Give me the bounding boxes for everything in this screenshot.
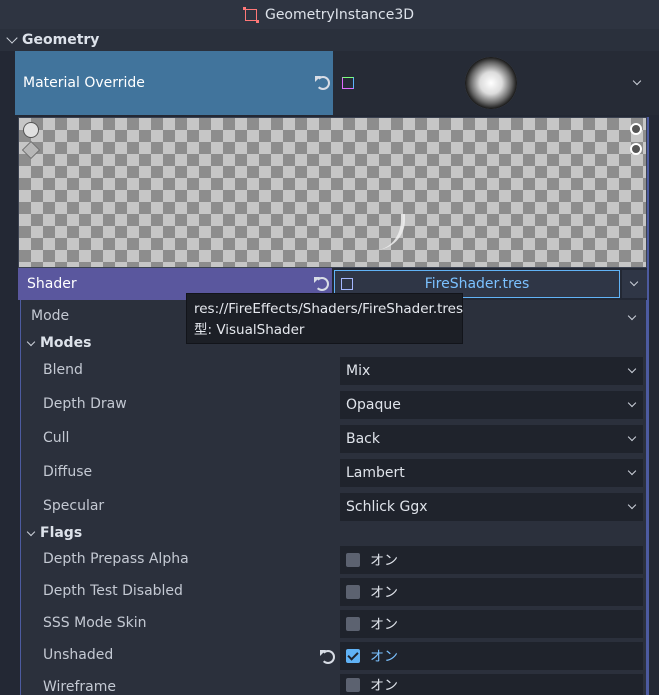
section-geometry-header[interactable]: Geometry	[0, 29, 659, 51]
depth-prepass-alpha-checkbox[interactable]: オン	[340, 546, 643, 574]
cull-dropdown[interactable]: Back	[340, 425, 643, 453]
diffuse-dropdown[interactable]: Lambert	[340, 459, 643, 487]
material-override-value[interactable]	[333, 51, 659, 115]
specular-label: Specular	[43, 498, 105, 514]
checkbox-text: オン	[370, 553, 398, 569]
sss-mode-skin-label: SSS Mode Skin	[43, 615, 147, 631]
cull-label: Cull	[43, 430, 70, 446]
preview-mesh	[371, 214, 405, 250]
shader-file-icon	[341, 278, 353, 290]
depth-draw-label: Depth Draw	[43, 396, 127, 412]
shader-properties-panel: Mode Modes Blend Mix Depth Draw Opaque C…	[20, 300, 647, 695]
depth-test-disabled-checkbox[interactable]: オン	[340, 578, 643, 606]
flags-title: Flags	[40, 525, 83, 541]
material-override-row: Material Override	[15, 51, 659, 115]
chevron-down-icon	[627, 466, 637, 476]
chevron-down-icon	[629, 277, 639, 287]
section-title: Geometry	[22, 32, 100, 48]
box-preview-icon[interactable]	[21, 140, 41, 160]
checkbox-icon	[346, 585, 360, 599]
sss-mode-skin-checkbox[interactable]: オン	[340, 610, 643, 638]
node-name: GeometryInstance3D	[264, 6, 415, 23]
shader-label: Shader	[27, 276, 77, 292]
revert-icon[interactable]	[315, 76, 330, 90]
diffuse-label: Diffuse	[43, 464, 93, 480]
light1-toggle-icon[interactable]	[630, 123, 642, 135]
specular-dropdown[interactable]: Schlick Ggx	[340, 493, 643, 521]
checkbox-checked-icon	[346, 649, 360, 663]
inspector-scrollbar[interactable]	[647, 117, 649, 695]
material-override-label: Material Override	[23, 75, 145, 91]
depth-draw-dropdown[interactable]: Opaque	[340, 391, 643, 419]
depth-draw-value: Opaque	[346, 397, 401, 413]
tooltip-type: 型: VisualShader	[194, 322, 305, 338]
sphere-preview-icon[interactable]	[23, 122, 39, 138]
material-override-label-cell: Material Override	[15, 51, 333, 115]
unshaded-checkbox[interactable]: オン	[340, 642, 643, 670]
tooltip-path: res://FireEffects/Shaders/FireShader.tre…	[194, 301, 464, 317]
inspector-title-bar: GeometryInstance3D	[0, 0, 659, 29]
checkbox-icon	[346, 617, 360, 631]
checkbox-icon	[346, 553, 360, 567]
chevron-down-icon	[627, 364, 637, 374]
checkbox-icon	[346, 677, 360, 692]
mode-label: Mode	[31, 308, 70, 324]
blend-dropdown[interactable]: Mix	[340, 357, 643, 385]
node3d-icon	[242, 6, 259, 23]
checkbox-text: オン	[370, 617, 398, 633]
unshaded-label: Unshaded	[43, 647, 114, 663]
modes-title: Modes	[40, 335, 92, 351]
revert-icon[interactable]	[320, 650, 335, 664]
modes-header[interactable]: Modes	[26, 335, 92, 351]
shader-dropdown-button[interactable]	[622, 270, 647, 298]
shader-path-tooltip: res://FireEffects/Shaders/FireShader.tre…	[186, 293, 463, 344]
chevron-down-icon	[627, 432, 637, 442]
wireframe-label: Wireframe	[43, 679, 117, 695]
diffuse-value: Lambert	[346, 465, 405, 481]
chevron-down-icon	[627, 500, 637, 510]
specular-value: Schlick Ggx	[346, 499, 428, 515]
blend-value: Mix	[346, 363, 371, 379]
material-preview	[18, 117, 647, 268]
chevron-down-icon	[26, 527, 36, 536]
resource-icon	[342, 77, 354, 89]
material-thumbnail[interactable]	[465, 57, 517, 109]
wireframe-checkbox[interactable]: オン	[340, 674, 643, 695]
depth-test-disabled-label: Depth Test Disabled	[43, 583, 183, 599]
depth-prepass-alpha-label: Depth Prepass Alpha	[43, 551, 189, 567]
checkbox-text: オン	[370, 649, 398, 665]
chevron-down-icon	[6, 32, 18, 44]
light2-toggle-icon[interactable]	[630, 143, 642, 155]
blend-label: Blend	[43, 362, 83, 378]
chevron-down-icon	[627, 398, 637, 408]
flags-header[interactable]: Flags	[26, 525, 83, 541]
checkbox-text: オン	[370, 677, 398, 694]
revert-icon[interactable]	[314, 277, 329, 291]
cull-value: Back	[346, 431, 380, 447]
shader-file-name: FireShader.tres	[424, 276, 530, 292]
chevron-down-icon	[26, 337, 36, 346]
chevron-down-icon[interactable]	[627, 311, 637, 321]
checkbox-text: オン	[370, 585, 398, 601]
